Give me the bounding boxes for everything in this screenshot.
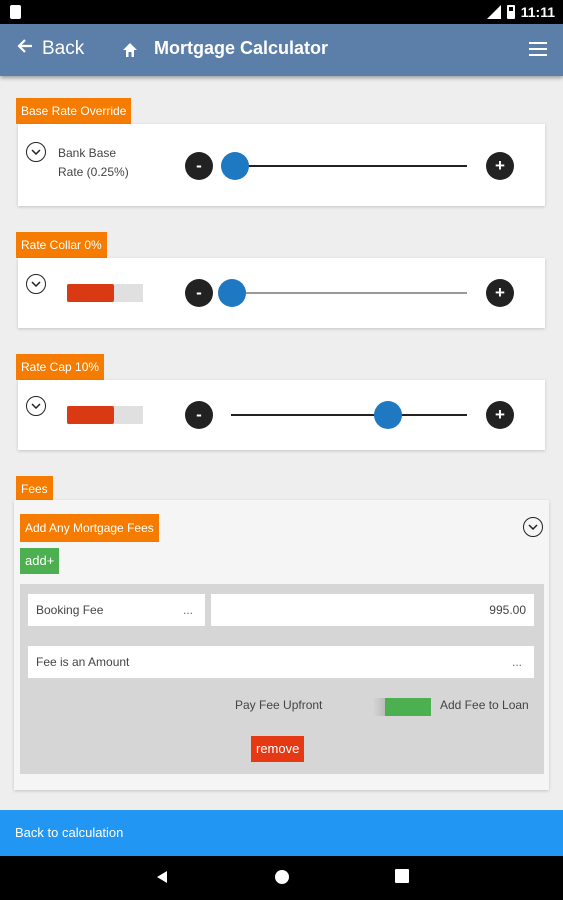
add-to-loan-label: Add Fee to Loan	[440, 698, 529, 712]
toggle-fill	[67, 406, 115, 424]
app-bar: Back Mortgage Calculator	[0, 24, 563, 76]
increase-button[interactable]: +	[486, 279, 514, 307]
fee-amount-value: 995.00	[489, 603, 526, 617]
toggle-fill	[67, 284, 115, 302]
hamburger-menu-icon[interactable]	[529, 42, 547, 56]
rate-cap-toggle[interactable]	[67, 406, 143, 424]
signal-icon	[486, 5, 501, 19]
base-rate-card: Bank Base Rate (0.25%) - +	[18, 124, 545, 206]
base-rate-tag: Base Rate Override	[16, 98, 132, 124]
status-time: 11:11	[520, 4, 555, 20]
chevron-down-icon[interactable]	[26, 396, 46, 416]
base-rate-label: Bank Base Rate (0.25%)	[58, 144, 129, 182]
add-any-fees-label: Add Any Mortgage Fees	[20, 514, 159, 542]
nav-recents-icon[interactable]	[395, 869, 409, 888]
pay-upfront-label: Pay Fee Upfront	[235, 698, 323, 712]
fee-type-select[interactable]: Fee is an Amount ...	[28, 646, 534, 678]
slider-track[interactable]	[231, 414, 467, 416]
system-nav-bar	[0, 856, 563, 900]
page-title: Mortgage Calculator	[154, 38, 329, 58]
toggle-on-fill	[385, 698, 431, 716]
slider-thumb[interactable]	[218, 279, 246, 307]
back-label: Back	[42, 38, 85, 59]
fee-amount-field[interactable]: 995.00	[211, 594, 534, 626]
home-icon[interactable]	[122, 42, 138, 63]
slider-track[interactable]	[231, 292, 467, 294]
chevron-down-icon[interactable]	[523, 517, 543, 537]
fee-toggle[interactable]	[373, 698, 431, 716]
slider-thumb[interactable]	[221, 152, 249, 180]
base-rate-label-line2: Rate (0.25%)	[58, 165, 129, 179]
notification-icon	[10, 5, 21, 19]
back-to-calculation-button[interactable]: Back to calculation	[0, 810, 563, 856]
slider-track[interactable]	[231, 165, 467, 167]
remove-fee-button[interactable]: remove	[251, 736, 305, 762]
chevron-down-icon[interactable]	[26, 142, 46, 162]
decrease-button[interactable]: -	[185, 279, 213, 307]
rate-cap-card: - +	[18, 380, 545, 450]
toggle-shadow	[373, 698, 385, 716]
nav-back-icon[interactable]	[154, 869, 170, 890]
fee-name-field[interactable]: Booking Fee ...	[28, 594, 205, 626]
nav-home-icon[interactable]	[274, 869, 290, 890]
battery-icon	[506, 5, 515, 19]
add-fee-button[interactable]: add+	[20, 548, 60, 574]
status-bar: 11:11	[0, 0, 563, 24]
fee-type-value: Fee is an Amount	[36, 655, 130, 669]
slider-thumb[interactable]	[373, 401, 402, 429]
fees-tag: Fees	[16, 476, 53, 502]
rate-collar-card: - +	[18, 258, 545, 328]
rate-collar-toggle[interactable]	[67, 284, 143, 302]
increase-button[interactable]: +	[486, 401, 514, 429]
more-icon: ...	[182, 603, 193, 617]
arrow-left-icon	[16, 37, 34, 61]
back-button[interactable]: Back	[16, 37, 84, 61]
decrease-button[interactable]: -	[185, 152, 213, 180]
fee-item: Booking Fee ... 995.00 Fee is an Amount …	[20, 584, 544, 774]
base-rate-label-line1: Bank Base	[58, 146, 117, 160]
fee-name-value: Booking Fee	[36, 603, 104, 617]
more-icon: ...	[511, 655, 522, 669]
status-icons: 11:11	[486, 4, 555, 20]
rate-collar-tag: Rate Collar 0%	[16, 232, 107, 258]
increase-button[interactable]: +	[486, 152, 514, 180]
decrease-button[interactable]: -	[185, 401, 213, 429]
rate-cap-tag: Rate Cap 10%	[16, 354, 105, 380]
chevron-down-icon[interactable]	[26, 274, 46, 294]
